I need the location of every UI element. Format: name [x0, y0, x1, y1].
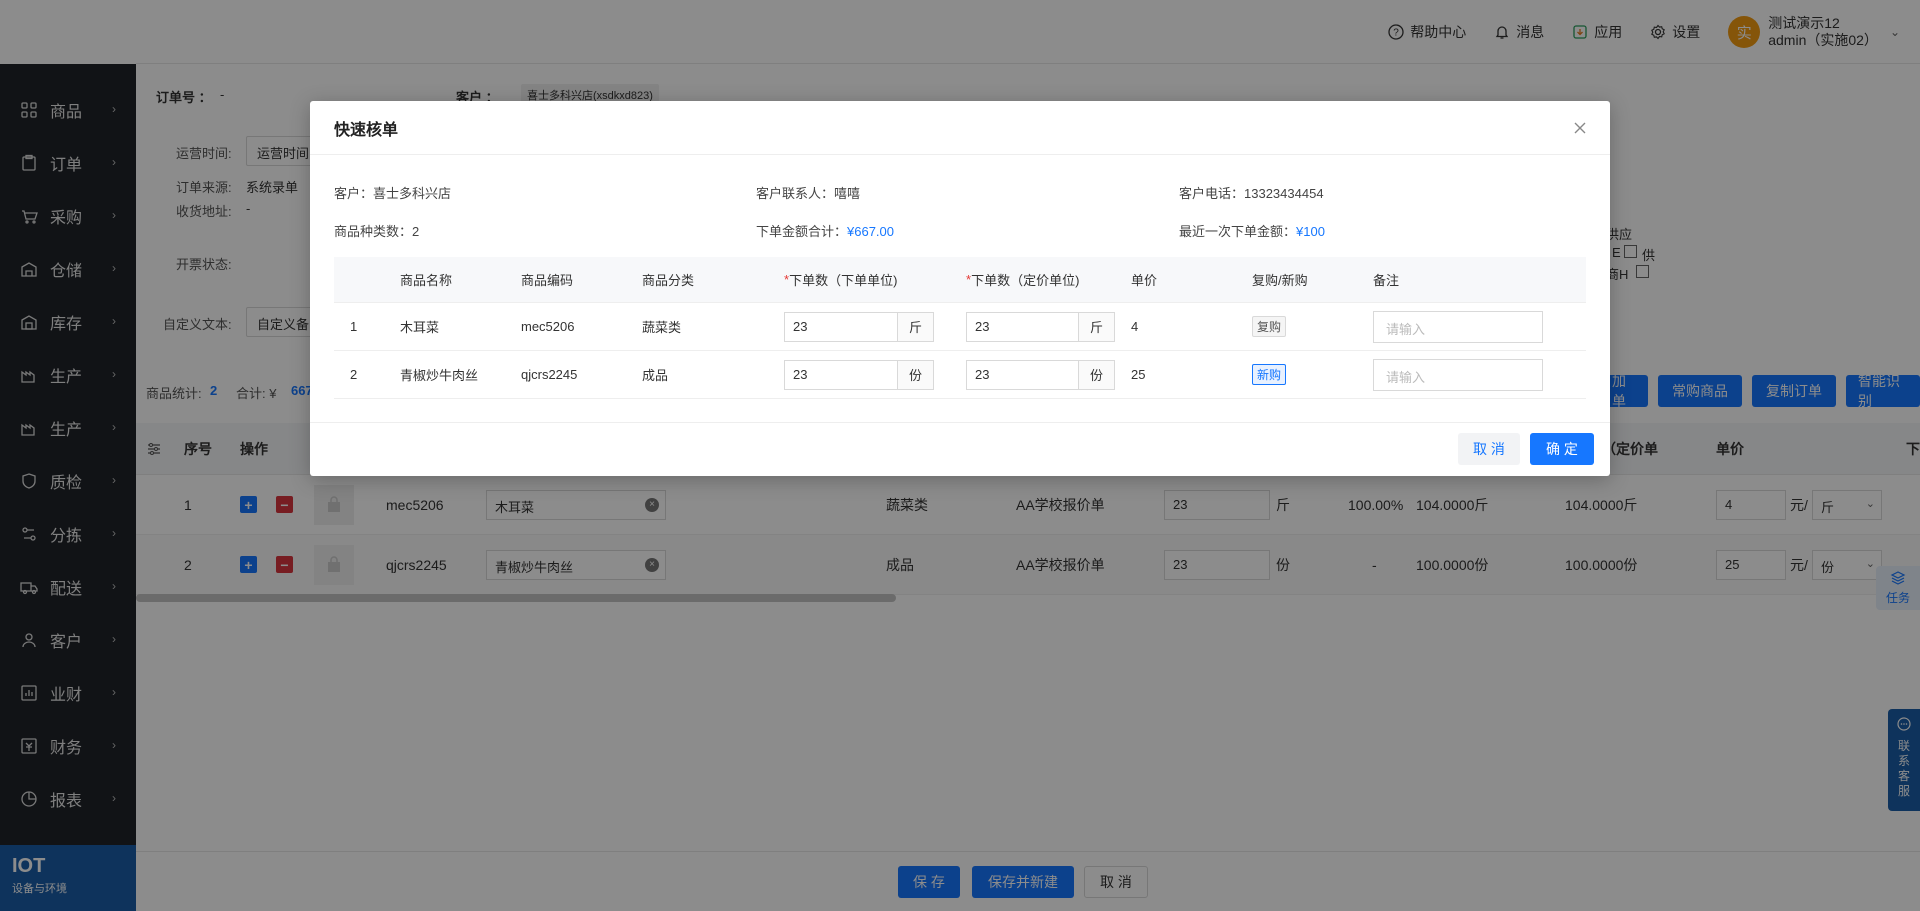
info-phone-label: 客户电话： [1179, 186, 1245, 201]
col-qty1-header: * 下单数（下单单位) [784, 272, 898, 288]
info-phone-value: 13323434454 [1244, 186, 1324, 201]
quick-check-table: 商品名称 商品编码 商品分类 * 下单数（下单单位) * 下单数（定价单位) 单价 … [334, 257, 1586, 399]
info-contact-value: 嘻嘻 [834, 186, 861, 201]
quick-check-table-header: 商品名称 商品编码 商品分类 * 下单数（下单单位) * 下单数（定价单位) 单价 … [334, 257, 1586, 303]
row-code: qjcrs2245 [521, 367, 578, 382]
col-qty2-label: 下单数（定价单位) [971, 273, 1080, 288]
info-customer-value: 喜士多科兴店 [373, 186, 452, 201]
info-amount: 下单金额合计：¥667.00 [756, 221, 894, 240]
info-amount-label: 下单金额合计： [756, 224, 848, 239]
info-contact-label: 客户联系人： [756, 186, 835, 201]
info-contact: 客户联系人：嘻嘻 [756, 183, 860, 202]
row-price: 25 [1131, 367, 1146, 382]
row-name: 木耳菜 [400, 320, 440, 335]
pricing-unit-qty-input[interactable]: 23 份 [966, 359, 1115, 390]
table-row: 2 青椒炒牛肉丝 qjcrs2245 成品 23 份 23 份 25 新购 请输… [334, 351, 1586, 399]
pricing-unit-label: 斤 [1078, 312, 1114, 341]
col-code-header: 商品编码 [521, 273, 574, 288]
info-kinds-value: 2 [412, 224, 420, 239]
order-unit-qty-input[interactable]: 23 份 [784, 359, 934, 390]
pricing-unit-qty-value: 23 [975, 366, 990, 382]
modal-cancel-button[interactable]: 取 消 [1458, 433, 1520, 465]
order-unit-qty-value: 23 [793, 318, 808, 334]
order-unit-qty-input[interactable]: 23 斤 [784, 311, 934, 342]
col-qty1-label: 下单数（下单单位) [789, 273, 898, 288]
table-row: 1 木耳菜 mec5206 蔬菜类 23 斤 23 斤 4 复购 请输入 [334, 303, 1586, 351]
info-kinds: 商品种类数：2 [334, 221, 419, 240]
modal-confirm-button[interactable]: 确 定 [1530, 433, 1594, 465]
col-note-header: 备注 [1373, 273, 1400, 288]
info-last-value: ¥100 [1296, 224, 1325, 239]
info-last-label: 最近一次下单金额： [1179, 224, 1297, 239]
modal-footer: 取 消 确 定 [310, 422, 1610, 476]
note-textarea[interactable]: 请输入 [1373, 358, 1543, 391]
col-category-header: 商品分类 [642, 273, 695, 288]
row-category: 成品 [642, 368, 669, 383]
pricing-unit-label: 份 [1078, 360, 1114, 389]
new-purchase-badge: 新购 [1252, 364, 1287, 385]
row-seq: 2 [350, 367, 358, 382]
col-qty2-header: * 下单数（定价单位) [966, 272, 1080, 288]
row-name: 青椒炒牛肉丝 [400, 368, 479, 383]
info-last-order: 最近一次下单金额：¥100 [1179, 221, 1325, 240]
info-customer: 客户：喜士多科兴店 [334, 183, 451, 202]
pricing-unit-qty-input[interactable]: 23 斤 [966, 311, 1115, 342]
close-icon[interactable] [1570, 118, 1590, 138]
info-kinds-label: 商品种类数： [334, 224, 413, 239]
info-customer-label: 客户： [334, 186, 374, 201]
note-textarea[interactable]: 请输入 [1373, 310, 1543, 343]
row-seq: 1 [350, 319, 358, 334]
info-phone: 客户电话：13323434454 [1179, 183, 1324, 202]
repurchase-badge: 复购 [1252, 316, 1287, 337]
row-category: 蔬菜类 [642, 320, 682, 335]
row-code: mec5206 [521, 319, 575, 334]
quick-check-modal: 快速核单 客户：喜士多科兴店 客户联系人：嘻嘻 客户电话：13323434454… [310, 101, 1610, 476]
order-unit-qty-value: 23 [793, 366, 808, 382]
pricing-unit-qty-value: 23 [975, 318, 990, 334]
row-price: 4 [1131, 319, 1139, 334]
col-buytype-header: 复购/新购 [1252, 273, 1308, 288]
col-price-header: 单价 [1131, 273, 1158, 288]
col-name-header: 商品名称 [400, 273, 453, 288]
order-unit-label: 斤 [897, 312, 933, 341]
order-unit-label: 份 [897, 360, 933, 389]
info-amount-value: ¥667.00 [847, 224, 895, 239]
col-seq-header [334, 257, 384, 302]
modal-title: 快速核单 [334, 121, 399, 139]
